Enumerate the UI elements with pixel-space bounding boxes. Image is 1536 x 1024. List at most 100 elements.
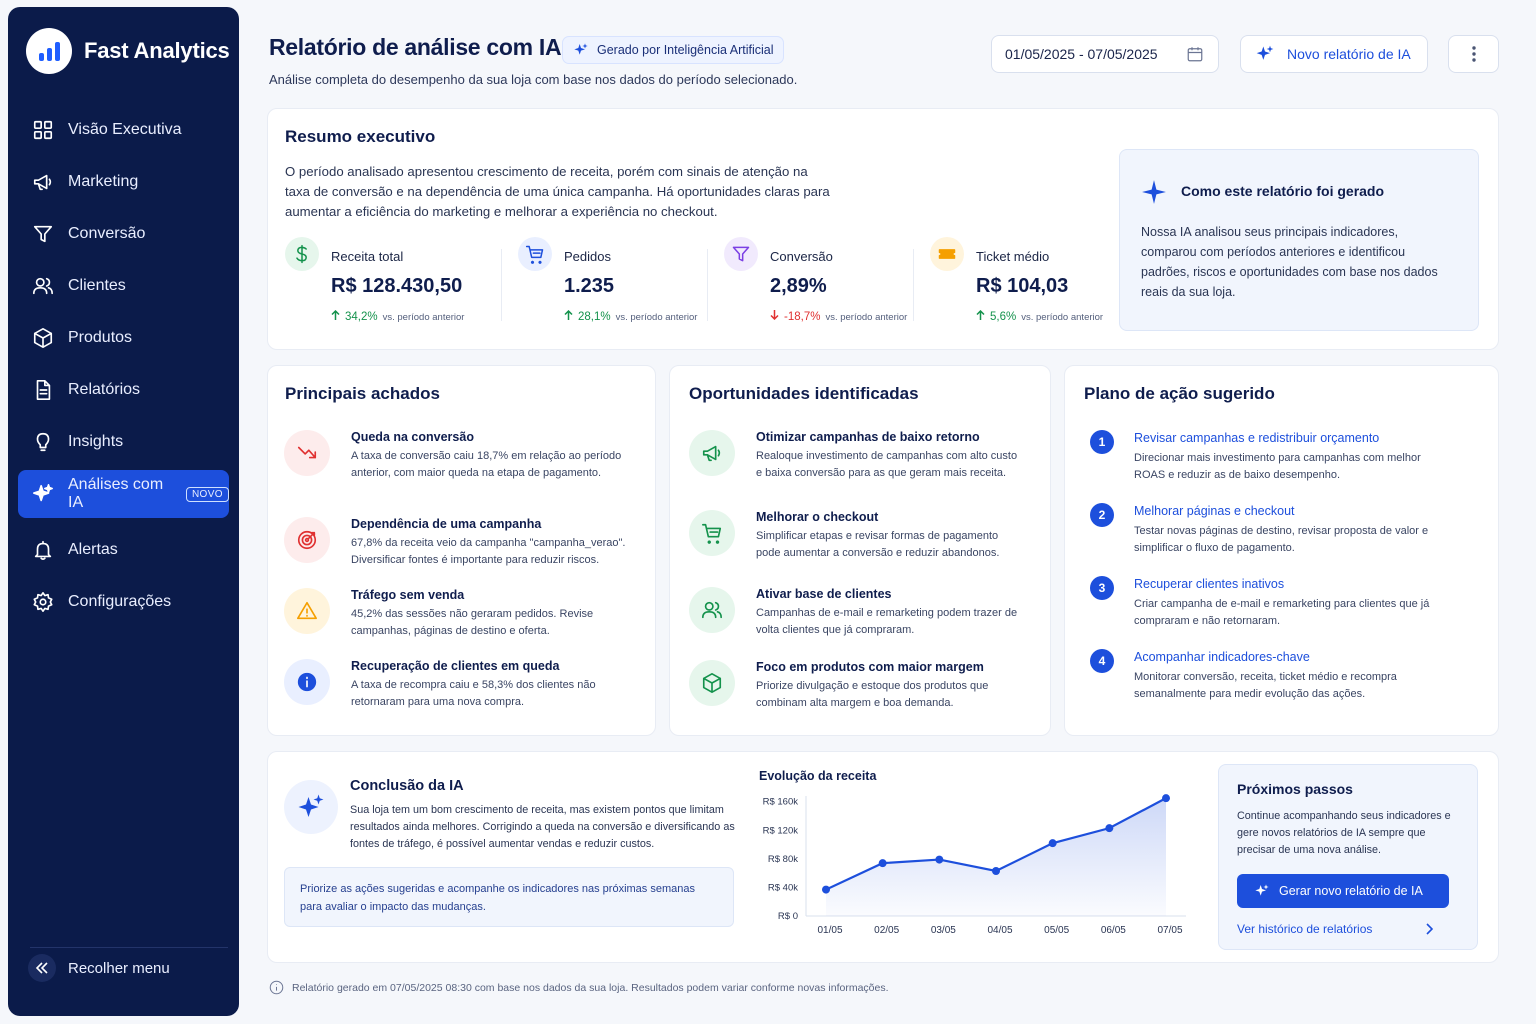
sidebar-item-4[interactable]: Produtos: [18, 314, 229, 362]
kpi-delta-caption: vs. período anterior: [825, 312, 908, 323]
kpi-label: Ticket médio: [976, 249, 1050, 264]
kpi-value: 2,89%: [770, 275, 827, 297]
document-icon: [36, 380, 51, 400]
kpi-delta: 28,1% vs. período anterior: [564, 310, 697, 323]
ai-generated-label: Gerado por Inteligência Artificial: [597, 43, 774, 57]
revenue-area: [826, 798, 1166, 916]
y-tick-label: R$ 0: [778, 911, 798, 922]
step-number: 1: [1090, 430, 1114, 454]
x-tick-label: 01/05: [817, 925, 842, 936]
step-number: 3: [1090, 576, 1114, 600]
how-generated-text: Nossa IA analisou seus principais indica…: [1141, 225, 1438, 299]
divider: [501, 249, 502, 321]
sidebar-item-7[interactable]: Análises com IA NOVO: [18, 470, 229, 518]
sidebar-item-3[interactable]: Clientes: [18, 262, 229, 310]
brand[interactable]: Fast Analytics: [26, 28, 230, 74]
kpi-delta-value: 34,2%: [345, 311, 378, 323]
sidebar-item-label: Visão Executiva: [68, 121, 182, 138]
megaphone-icon: [702, 445, 721, 462]
kpi-delta-value: 28,1%: [578, 311, 611, 323]
footer-text: Relatório gerado em 07/05/2025 08:30 com…: [292, 981, 889, 994]
brand-name: Fast Analytics: [84, 38, 230, 63]
data-point: [935, 855, 944, 864]
list-item-desc: Campanhas de e-mail e remarketing podem …: [756, 607, 1018, 636]
warning-icon: [284, 588, 330, 634]
main-findings-card: Principais achados Queda na conversão A t…: [267, 365, 656, 736]
calendar-icon: [1187, 47, 1203, 62]
conclusion-note: Priorize as ações sugeridas e acompanhe …: [284, 867, 734, 927]
warning-icon: [297, 601, 317, 620]
plan-step-desc: Testar novas páginas de destino, revisar…: [1134, 525, 1429, 554]
kpi-delta-value: 5,6%: [990, 311, 1017, 323]
sidebar-item-label: Marketing: [68, 173, 139, 190]
cart-icon: [702, 523, 722, 544]
next-steps-title: Próximos passos: [1237, 781, 1353, 797]
x-tick-label: 07/05: [1157, 925, 1182, 936]
bar-chart-logo-icon: [26, 28, 72, 74]
step-number: 2: [1090, 503, 1114, 527]
kpi-delta: 34,2% vs. período anterior: [331, 310, 464, 323]
cart-icon: [525, 245, 544, 264]
target-icon: [297, 530, 317, 550]
list-item-desc: Realoque investimento de campanhas com a…: [756, 450, 1018, 479]
ticket-icon: [930, 237, 964, 271]
collapse-menu-button[interactable]: Recolher menu: [28, 954, 170, 982]
list-item-desc: Priorize divulgação e estoque dos produt…: [756, 680, 989, 709]
sidebar-item-6[interactable]: Insights: [18, 418, 229, 466]
data-point: [1048, 839, 1057, 848]
executive-summary-text: O período analisado apresentou crescimen…: [285, 164, 830, 219]
funnel-icon: [33, 225, 53, 243]
kpi-label: Conversão: [770, 249, 833, 264]
collapse-menu-label: Recolher menu: [68, 959, 170, 977]
y-tick-label: R$ 80k: [768, 854, 798, 865]
vertical-dots-icon: [1471, 46, 1476, 62]
footer: Relatório gerado em 07/05/2025 08:30 com…: [269, 980, 889, 995]
sidebar-item-label: Produtos: [68, 329, 133, 346]
info-icon: [284, 659, 330, 705]
sidebar-item-label: Alertas: [68, 541, 118, 558]
date-range-value: 01/05/2025 - 07/05/2025: [1005, 46, 1158, 62]
data-point: [1105, 824, 1114, 833]
list-item-desc: 45,2% das sessões não geraram pedidos. R…: [351, 608, 594, 637]
plan-step-title: Recuperar clientes inativos: [1134, 577, 1285, 591]
conclusion-card: Conclusão da IA Sua loja tem um bom cres…: [267, 751, 1499, 963]
report-history-link[interactable]: Ver histórico de relatórios: [1237, 922, 1433, 936]
kpi-delta-value: -18,7%: [784, 311, 821, 323]
date-range-picker[interactable]: 01/05/2025 - 07/05/2025: [991, 35, 1219, 73]
kpi-value: 1.235: [564, 275, 615, 297]
opportunities-title: Oportunidades identificadas: [689, 384, 919, 403]
sidebar-item-8[interactable]: Alertas: [18, 526, 229, 574]
generate-report-button[interactable]: Gerar novo relatório de IA: [1237, 874, 1449, 908]
sparkle-icon: [1255, 884, 1269, 896]
sidebar-item-0[interactable]: Visão Executiva: [18, 106, 229, 154]
sidebar: Fast Analytics Visão Executiva Marketing C…: [8, 7, 239, 1016]
action-plan-card: Plano de ação sugerido 1 Revisar campanha…: [1064, 365, 1499, 736]
ticket-icon: [938, 249, 956, 259]
users-icon: [33, 277, 53, 295]
arrow-up-icon: [976, 310, 985, 320]
chevron-right-icon: [1426, 923, 1433, 935]
page-title: Relatório de análise com IA: [269, 34, 562, 60]
sparkle-icon: [284, 780, 338, 834]
kpi-delta-caption: vs. período anterior: [615, 312, 698, 323]
target-icon: [284, 517, 330, 563]
how-generated-box: Como este relatório foi gerado Nossa IA …: [1119, 149, 1479, 331]
sidebar-item-9[interactable]: Configurações: [18, 578, 229, 626]
divider: [913, 249, 914, 321]
trend-down-icon: [297, 446, 317, 459]
funnel-icon: [732, 246, 750, 262]
ai-generated-badge: Gerado por Inteligência Artificial: [562, 36, 785, 64]
opportunities-card: Oportunidades identificadas Otimizar cam…: [669, 365, 1051, 736]
list-item-desc: 67,8% da receita veio da campanha "campa…: [351, 537, 626, 566]
dollar-icon: [285, 237, 319, 271]
sidebar-item-1[interactable]: Marketing: [18, 158, 229, 206]
sidebar-item-5[interactable]: Relatórios: [18, 366, 229, 414]
divider: [30, 947, 228, 948]
x-tick-label: 05/05: [1044, 925, 1069, 936]
kpi-label: Receita total: [331, 249, 404, 264]
lightbulb-icon: [36, 432, 50, 452]
sidebar-item-2[interactable]: Conversão: [18, 210, 229, 258]
bell-icon: [34, 540, 52, 560]
more-options-button[interactable]: [1448, 35, 1499, 73]
new-ai-report-button[interactable]: Novo relatório de IA: [1240, 35, 1428, 73]
